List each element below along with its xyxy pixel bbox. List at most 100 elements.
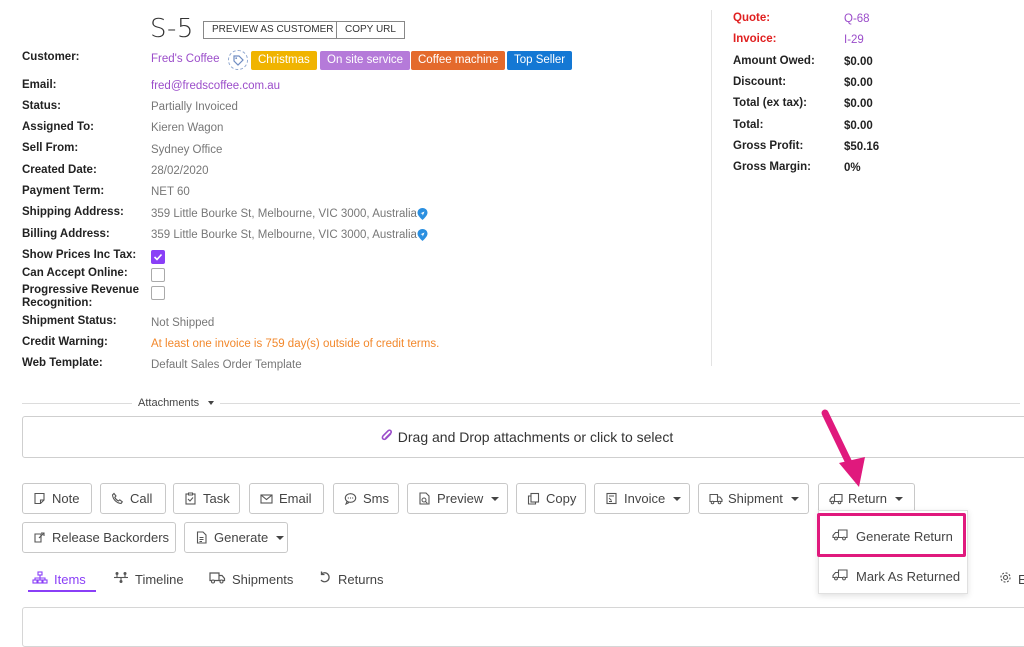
customer-link[interactable]: Fred's Coffee: [151, 53, 219, 66]
task-label: Task: [203, 491, 230, 506]
caret-down-icon: [276, 535, 285, 540]
shipment-label: Shipment: [728, 491, 783, 506]
document-icon: [195, 531, 208, 544]
attachments-toggle[interactable]: Attachments: [132, 397, 221, 409]
tab-settings-partial[interactable]: E: [999, 571, 1024, 587]
clipboard-check-icon: [184, 492, 197, 505]
generate-dropdown-button[interactable]: Generate: [184, 522, 288, 553]
release-backorders-label: Release Backorders: [52, 530, 170, 545]
highlight-annotation-box: [817, 513, 966, 557]
assigned-to-value: Kieren Wagon: [151, 122, 224, 134]
preview-as-customer-button[interactable]: PREVIEW AS CUSTOMER: [203, 21, 343, 39]
caret-down-icon: [491, 496, 500, 501]
shipment-dropdown-button[interactable]: Shipment: [698, 483, 809, 514]
tab-items[interactable]: Items: [32, 571, 86, 587]
generate-label: Generate: [214, 530, 269, 545]
can-accept-online-label: Can Accept Online:: [22, 267, 128, 279]
quote-link[interactable]: Q-68: [844, 13, 870, 25]
can-accept-online-checkbox[interactable]: [151, 268, 165, 282]
billing-address-value: 359 Little Bourke St, Melbourne, VIC 300…: [151, 229, 417, 241]
sitemap-icon: [32, 571, 48, 587]
note-label: Note: [52, 491, 80, 506]
status-label: Status:: [22, 100, 61, 112]
task-button[interactable]: Task: [173, 483, 240, 514]
gear-icon: [999, 571, 1012, 587]
tag-top-seller[interactable]: Top Seller: [507, 51, 573, 70]
sell-from-value: Sydney Office: [151, 144, 223, 156]
note-button[interactable]: Note: [22, 483, 92, 514]
release-backorders-button[interactable]: Release Backorders: [22, 522, 176, 553]
tab-shipments[interactable]: Shipments: [209, 571, 293, 587]
caret-down-icon: [208, 401, 215, 406]
amount-owed-label: Amount Owed:: [733, 55, 815, 67]
map-pin-icon[interactable]: [416, 228, 429, 242]
invoice-link[interactable]: I-29: [844, 34, 864, 46]
email-link[interactable]: fred@fredscoffee.com.au: [151, 80, 280, 93]
shipment-status-label: Shipment Status:: [22, 315, 117, 327]
tag-on-site-service[interactable]: On site service: [320, 51, 411, 70]
tab-settings-label: E: [1018, 571, 1024, 587]
copy-icon: [527, 492, 540, 505]
shipping-address-label: Shipping Address:: [22, 206, 124, 218]
tab-returns-label: Returns: [338, 571, 384, 587]
caret-down-icon: [790, 496, 799, 501]
undo-icon: [318, 571, 332, 587]
chat-bubble-icon: [344, 492, 357, 506]
timeline-icon: [113, 571, 129, 587]
status-value: Partially Invoiced: [151, 101, 238, 113]
email-button[interactable]: Email: [249, 483, 324, 514]
map-pin-icon[interactable]: [416, 207, 429, 221]
preview-dropdown-button[interactable]: Preview: [407, 483, 508, 514]
invoice-label-btn: Invoice: [624, 491, 666, 506]
progressive-revenue-checkbox[interactable]: [151, 286, 165, 300]
call-button[interactable]: Call: [100, 483, 166, 514]
sell-from-label: Sell From:: [22, 142, 79, 154]
total-ex-tax-label: Total (ex tax):: [733, 97, 807, 109]
attachments-divider-left: [22, 403, 132, 404]
invoice-dropdown-button[interactable]: Invoice: [594, 483, 690, 514]
tab-returns[interactable]: Returns: [318, 571, 384, 587]
tag-add-icon[interactable]: [228, 50, 248, 70]
gross-profit-value: $50.16: [844, 141, 880, 153]
dropzone-text: Drag and Drop attachments or click to se…: [397, 429, 674, 445]
payment-term-value: NET 60: [151, 186, 190, 198]
email-label: Email:: [22, 79, 57, 91]
release-icon: [33, 531, 46, 544]
truck-icon: [709, 492, 723, 505]
caret-down-icon: [895, 496, 904, 501]
credit-warning-label: Credit Warning:: [22, 336, 108, 348]
tab-shipments-label: Shipments: [232, 571, 294, 587]
envelope-icon: [260, 492, 273, 505]
created-date-label: Created Date:: [22, 164, 97, 176]
discount-label: Discount:: [733, 76, 787, 88]
tag-coffee-machine[interactable]: Coffee machine: [411, 51, 506, 70]
items-content-panel: [22, 607, 1024, 647]
annotation-arrow-icon: [821, 409, 865, 487]
credit-warning-value: At least one invoice is 759 day(s) outsi…: [151, 338, 440, 350]
caret-down-icon: [673, 496, 682, 501]
mark-as-returned-label: Mark As Returned: [856, 568, 961, 584]
copy-url-button[interactable]: COPY URL: [336, 21, 405, 39]
summary-divider: [711, 10, 712, 366]
tab-items-label: Items: [54, 571, 86, 587]
gross-margin-value: 0%: [844, 162, 861, 174]
customer-label: Customer:: [22, 51, 80, 63]
mark-as-returned-menu-item[interactable]: Mark As Returned: [832, 568, 960, 584]
total-label: Total:: [733, 119, 764, 131]
gross-margin-label: Gross Margin:: [733, 161, 811, 173]
web-template-label: Web Template:: [22, 357, 103, 369]
show-prices-inc-tax-checkbox[interactable]: [151, 250, 165, 264]
truck-icon: [209, 571, 226, 587]
tab-timeline[interactable]: Timeline: [113, 571, 184, 587]
invoice-icon: [605, 492, 618, 505]
progressive-revenue-label-line2: Recognition:: [22, 297, 93, 309]
sms-button[interactable]: Sms: [333, 483, 399, 514]
total-ex-tax-value: $0.00: [844, 98, 873, 110]
paperclip-icon: [381, 428, 394, 446]
email-label-btn: Email: [279, 491, 312, 506]
copy-button[interactable]: Copy: [516, 483, 586, 514]
billing-address-label: Billing Address:: [22, 228, 110, 240]
attachments-divider-right: [220, 403, 1020, 404]
tag-christmas[interactable]: Christmas: [251, 51, 317, 70]
sms-label: Sms: [363, 491, 389, 506]
